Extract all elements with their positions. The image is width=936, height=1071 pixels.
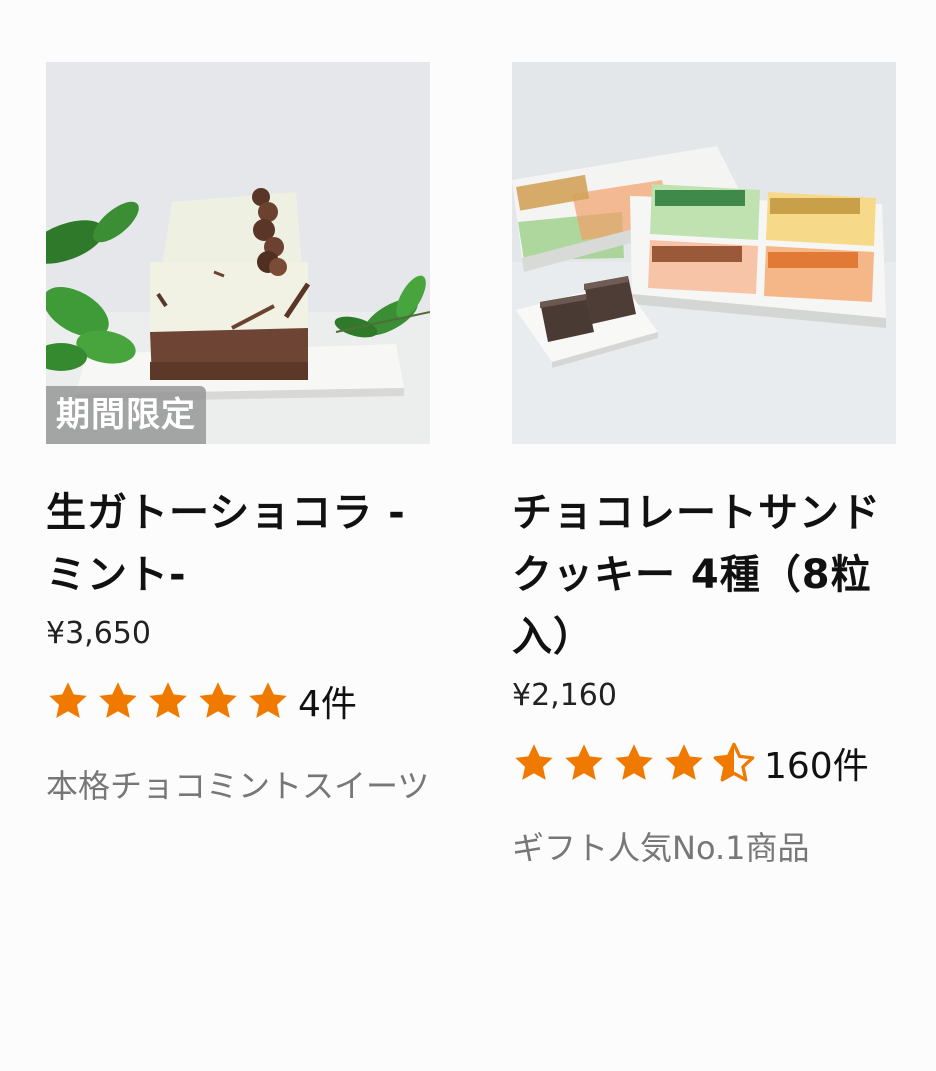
product-description: 本格チョコミントスイーツ xyxy=(46,767,430,805)
limited-badge: 期間限定 xyxy=(46,386,206,444)
product-card[interactable]: チョコレートサンドクッキー 4種（8粒入） ¥2,160 160件 ギフト人気N… xyxy=(512,62,896,870)
star-full-icon xyxy=(196,679,240,723)
product-rating[interactable]: 160件 xyxy=(512,740,896,787)
star-full-icon xyxy=(662,741,706,785)
cookie-box-photo xyxy=(512,62,896,444)
star-full-icon xyxy=(246,679,290,723)
product-image[interactable] xyxy=(512,62,896,444)
product-grid: 期間限定 生ガトーショコラ - ミント- ¥3,650 4件 本格チョコミントス… xyxy=(0,0,936,1071)
star-full-icon xyxy=(612,741,656,785)
review-count: 4件 xyxy=(298,684,357,725)
product-title[interactable]: チョコレートサンドクッキー 4種（8粒入） xyxy=(512,482,896,668)
product-price: ¥2,160 xyxy=(512,678,617,713)
product-description: ギフト人気No.1商品 xyxy=(512,829,810,867)
product-rating[interactable]: 4件 xyxy=(46,678,430,725)
product-title[interactable]: 生ガトーショコラ - ミント- xyxy=(46,482,430,606)
star-full-icon xyxy=(146,679,190,723)
star-full-icon xyxy=(46,679,90,723)
product-image[interactable]: 期間限定 xyxy=(46,62,430,444)
star-full-icon xyxy=(96,679,140,723)
product-price: ¥3,650 xyxy=(46,616,151,651)
product-card[interactable]: 期間限定 生ガトーショコラ - ミント- ¥3,650 4件 本格チョコミントス… xyxy=(46,62,430,808)
star-half-icon xyxy=(712,741,756,785)
star-full-icon xyxy=(512,741,556,785)
star-full-icon xyxy=(562,741,606,785)
review-count: 160件 xyxy=(764,746,869,787)
